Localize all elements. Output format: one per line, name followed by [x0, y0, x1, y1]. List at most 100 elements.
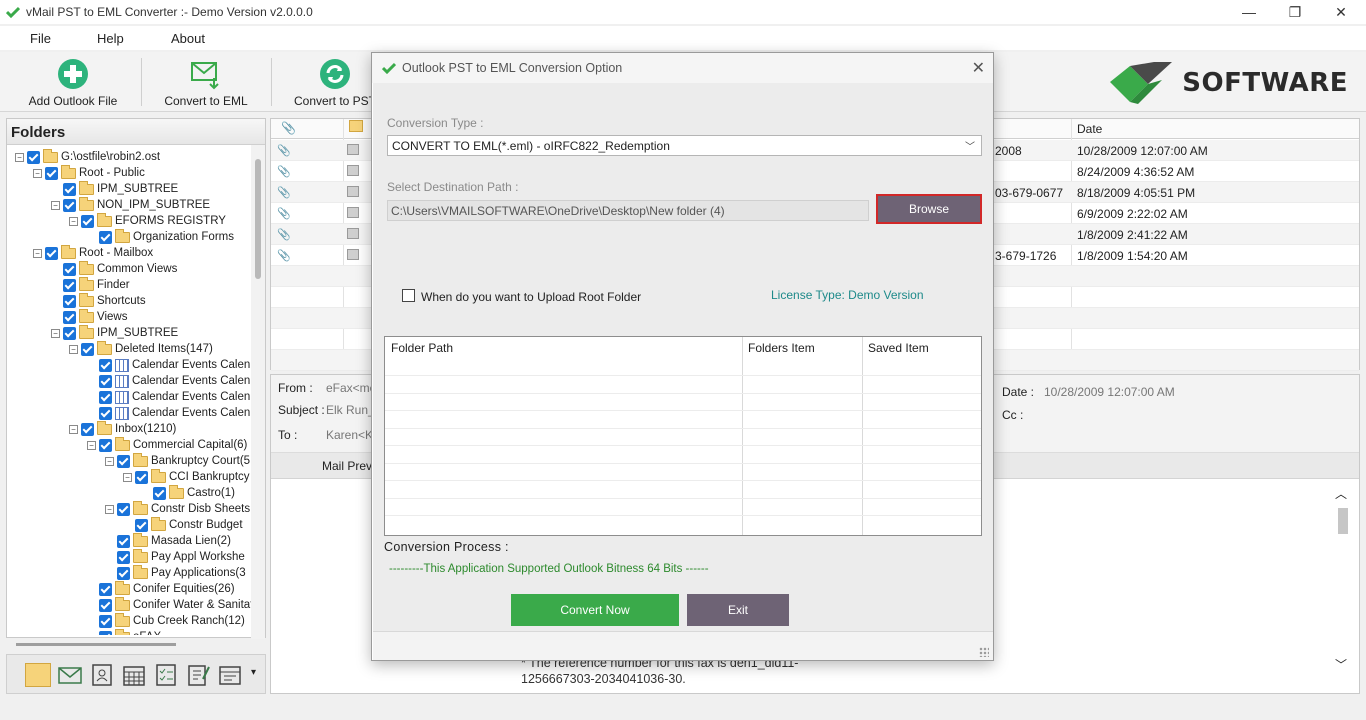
calendar-view-icon[interactable] — [121, 663, 147, 687]
mail-type-column-icon[interactable] — [349, 120, 363, 132]
folder-tree-item[interactable]: − CCI Bankruptcy — [123, 468, 250, 485]
folder-tree-item[interactable]: Pay Applications(3 — [105, 564, 246, 581]
folder-tree-item[interactable]: Constr Budget — [123, 516, 243, 533]
folder-tree-item[interactable]: − Constr Disb Sheets — [105, 500, 250, 517]
expand-toggle-icon[interactable]: − — [15, 152, 24, 162]
folder-tree-item[interactable]: Calendar Events Calen — [87, 373, 250, 389]
folder-checkbox[interactable] — [135, 518, 148, 532]
folder-tree-item[interactable]: − Root - Mailbox — [33, 244, 153, 261]
folder-checkbox[interactable] — [117, 534, 130, 548]
browse-button[interactable]: Browse — [876, 194, 982, 224]
folder-tree-item[interactable]: − IPM_SUBTREE — [51, 324, 178, 341]
folder-tree-item[interactable]: Calendar Events Calen — [87, 405, 250, 421]
folder-tree-item[interactable]: Organization Forms — [87, 228, 234, 245]
exit-button[interactable]: Exit — [687, 594, 789, 626]
folder-checkbox[interactable] — [99, 358, 112, 372]
folder-tree-item[interactable]: Common Views — [51, 260, 177, 277]
folder-checkbox[interactable] — [117, 502, 130, 516]
scroll-down-icon[interactable]: ﹀ — [1335, 656, 1347, 673]
menu-about[interactable]: About — [171, 31, 205, 46]
folder-checkbox[interactable] — [45, 166, 58, 180]
upload-root-folder-checkbox[interactable] — [402, 289, 415, 302]
close-window-button[interactable]: ✕ — [1318, 0, 1364, 24]
destination-path-field[interactable]: C:\Users\VMAILSOFTWARE\OneDrive\Desktop\… — [387, 200, 869, 221]
folder-checkbox[interactable] — [81, 422, 94, 436]
folder-tree-item[interactable]: − Root - Public — [33, 164, 145, 181]
folder-checkbox[interactable] — [81, 214, 94, 228]
convert-to-pst-button[interactable]: Convert to PST — [290, 56, 380, 110]
expand-toggle-icon[interactable]: − — [51, 200, 60, 210]
folder-tree-item[interactable]: Finder — [51, 276, 130, 293]
expand-toggle-icon[interactable]: − — [69, 344, 78, 354]
tasks-view-icon[interactable] — [153, 663, 179, 687]
date-column-header[interactable]: Date — [1077, 122, 1102, 136]
folder-tree-item[interactable]: Conifer Equities(26) — [87, 580, 235, 597]
folder-tree-item[interactable]: eFAX — [87, 628, 161, 635]
more-icons-chevron-icon[interactable]: ▾ — [251, 667, 256, 678]
folder-checkbox[interactable] — [63, 182, 76, 196]
expand-toggle-icon[interactable]: − — [123, 472, 132, 482]
expand-toggle-icon[interactable]: − — [69, 424, 78, 434]
attachment-column-icon[interactable]: 📎 — [281, 121, 296, 135]
folder-checkbox[interactable] — [63, 198, 76, 212]
folder-tree-item[interactable]: Cub Creek Ranch(12) — [87, 612, 245, 629]
folder-checkbox[interactable] — [99, 598, 112, 612]
dialog-close-button[interactable]: ✕ — [972, 58, 985, 78]
expand-toggle-icon[interactable]: − — [51, 328, 60, 338]
maximize-button[interactable]: ❐ — [1272, 0, 1318, 24]
expand-toggle-icon[interactable]: − — [105, 504, 114, 514]
folders-vertical-scrollbar[interactable] — [251, 145, 265, 639]
folder-checkbox[interactable] — [63, 326, 76, 340]
folder-checkbox[interactable] — [99, 406, 112, 420]
expand-toggle-icon[interactable]: − — [33, 248, 42, 258]
folder-checkbox[interactable] — [99, 614, 112, 628]
folder-tree-item[interactable]: Conifer Water & Sanitat — [87, 596, 251, 613]
folder-tree-item[interactable]: − EFORMS REGISTRY — [69, 212, 226, 229]
folder-checkbox[interactable] — [63, 262, 76, 276]
folder-tree-item[interactable]: Castro(1) — [141, 484, 235, 501]
expand-toggle-icon[interactable]: − — [33, 168, 42, 178]
folder-checkbox[interactable] — [153, 486, 166, 500]
contacts-view-icon[interactable] — [89, 663, 115, 687]
expand-toggle-icon[interactable]: − — [69, 216, 78, 226]
folder-checkbox[interactable] — [117, 550, 130, 564]
folder-tree-item[interactable]: − G:\ostfile\robin2.ost — [15, 149, 160, 165]
expand-toggle-icon[interactable]: − — [105, 456, 114, 466]
folder-checkbox[interactable] — [63, 310, 76, 324]
menu-file[interactable]: File — [30, 31, 51, 46]
folder-checkbox[interactable] — [99, 630, 112, 635]
folder-tree-item[interactable]: Views — [51, 308, 127, 325]
folder-checkbox[interactable] — [117, 566, 130, 580]
folder-checkbox[interactable] — [81, 342, 94, 356]
folders-horizontal-scrollbar[interactable] — [6, 640, 266, 654]
folder-checkbox[interactable] — [63, 278, 76, 292]
journal-view-icon[interactable] — [217, 663, 243, 687]
scroll-up-icon[interactable]: ︿ — [1335, 485, 1351, 502]
resize-grip-icon[interactable] — [979, 647, 989, 657]
folder-tree-item[interactable]: Calendar Events Calen — [87, 357, 250, 373]
folder-tree-item[interactable]: Shortcuts — [51, 292, 146, 309]
convert-now-button[interactable]: Convert Now — [511, 594, 679, 626]
folder-tree-item[interactable]: − Bankruptcy Court(5 — [105, 452, 250, 469]
folder-checkbox[interactable] — [99, 374, 112, 388]
folder-checkbox[interactable] — [27, 150, 40, 164]
expand-toggle-icon[interactable]: − — [87, 440, 96, 450]
folder-checkbox[interactable] — [99, 438, 112, 452]
folder-tree-item[interactable]: Pay Appl Workshe — [105, 548, 245, 565]
menu-help[interactable]: Help — [97, 31, 124, 46]
convert-to-eml-button[interactable]: Convert to EML — [156, 56, 256, 110]
folder-tree-item[interactable]: − NON_IPM_SUBTREE — [51, 196, 210, 213]
folder-tree-item[interactable]: − Commercial Capital(6) — [87, 436, 247, 453]
folder-tree-item[interactable]: − Inbox(1210) — [69, 420, 176, 437]
folder-checkbox[interactable] — [99, 582, 112, 596]
mail-view-icon[interactable] — [57, 663, 83, 687]
folder-tree-item[interactable]: Masada Lien(2) — [105, 532, 231, 549]
minimize-button[interactable]: — — [1226, 0, 1272, 24]
conversion-type-select[interactable]: CONVERT TO EML(*.eml) - oIRFC822_Redempt… — [387, 135, 982, 156]
preview-scrollbar[interactable]: ︿ ﹀ — [1335, 485, 1351, 672]
folder-checkbox[interactable] — [99, 390, 112, 404]
notes-view-icon[interactable] — [185, 663, 211, 687]
folder-checkbox[interactable] — [99, 230, 112, 244]
folder-tree-item[interactable]: IPM_SUBTREE — [51, 180, 178, 197]
folder-checkbox[interactable] — [63, 294, 76, 308]
